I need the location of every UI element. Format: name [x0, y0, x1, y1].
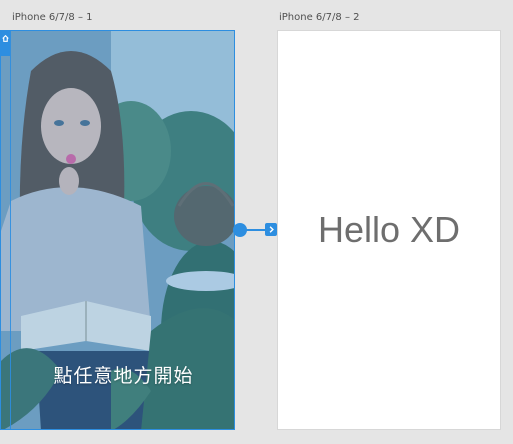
artboard-2-label[interactable]: iPhone 6/7/8 – 2	[279, 12, 359, 23]
artboard-1[interactable]: 點任意地方開始	[0, 30, 235, 430]
artboard-2[interactable]: Hello XD	[277, 30, 501, 430]
prototype-wire-handle[interactable]	[233, 223, 247, 237]
home-icon[interactable]	[0, 30, 10, 56]
artboard-1-label[interactable]: iPhone 6/7/8 – 1	[12, 12, 92, 23]
prototype-wire	[246, 229, 266, 231]
tap-anywhere-caption: 點任意地方開始	[53, 365, 194, 387]
hello-heading: Hello XD	[317, 209, 461, 250]
chevron-right-icon[interactable]	[265, 223, 277, 236]
hotspot-boundary	[10, 30, 11, 430]
